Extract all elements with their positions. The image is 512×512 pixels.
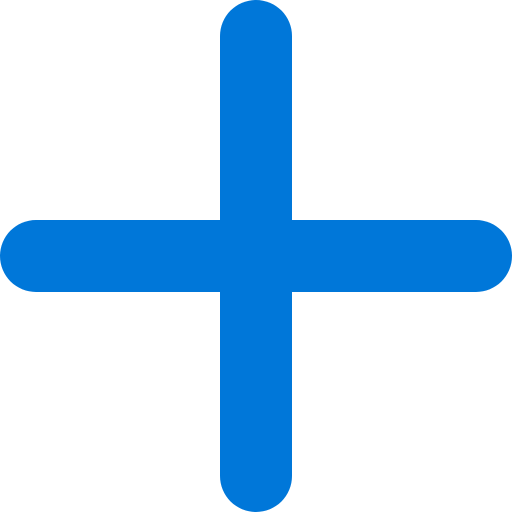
plus-icon: [0, 0, 512, 512]
plus-icon-horizontal-bar: [0, 220, 512, 292]
plus-button[interactable]: [0, 0, 512, 512]
icon-canvas: [0, 0, 512, 512]
